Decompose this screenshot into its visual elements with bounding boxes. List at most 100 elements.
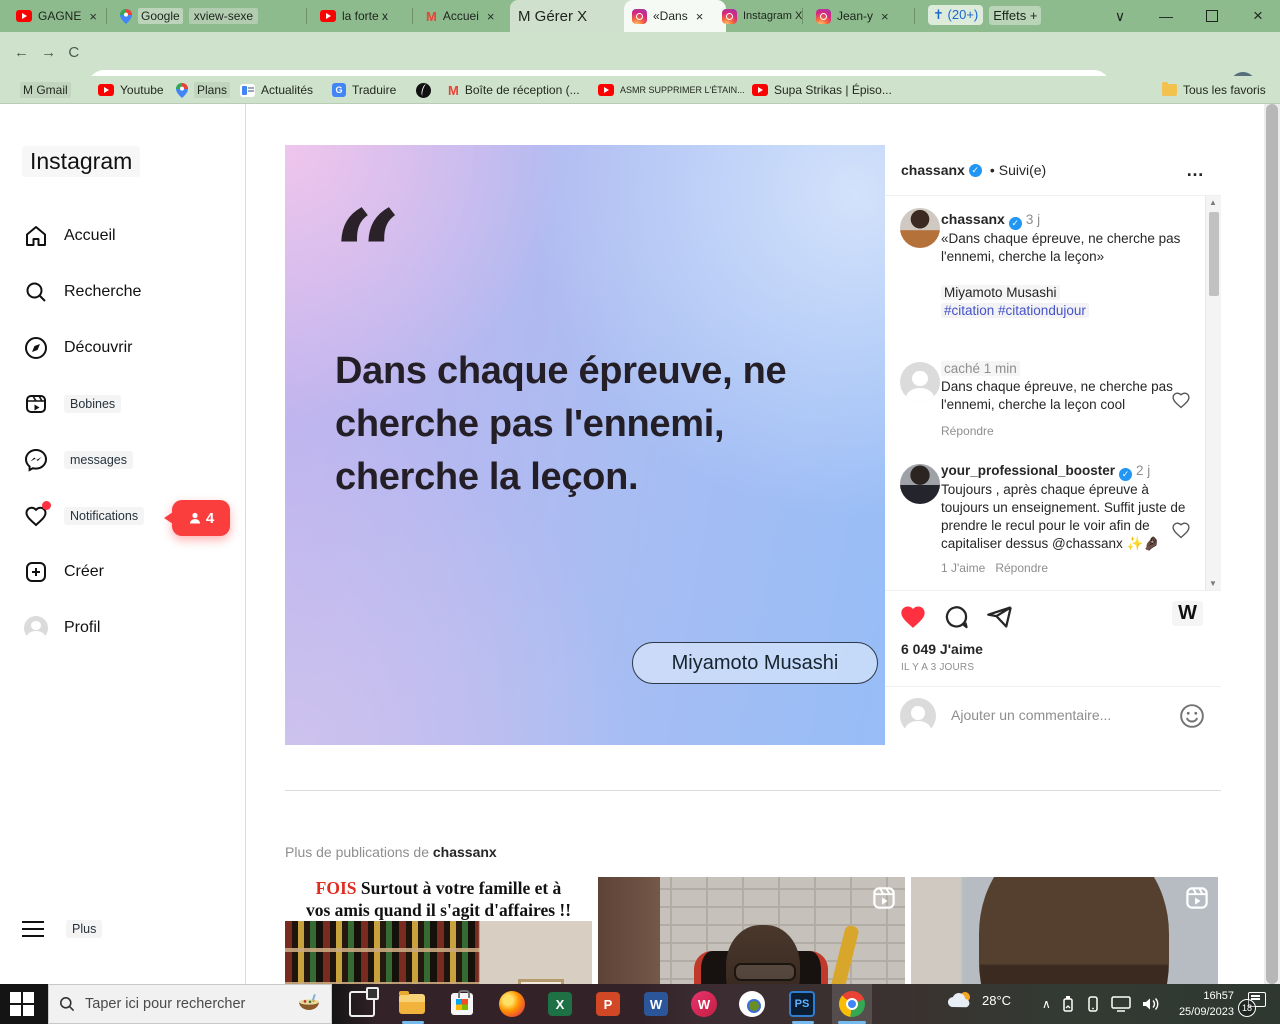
comment-like-count[interactable]: 1 J'aime (941, 561, 985, 575)
tab-accueil[interactable]: M Accuei × (418, 0, 522, 32)
taskbar-clock[interactable]: 16h57 25/09/2023 (1158, 988, 1234, 1020)
phone-link-icon[interactable] (1085, 995, 1101, 1013)
reload-button[interactable]: C (68, 44, 83, 61)
tab-instagram[interactable]: Instagram X (714, 0, 814, 32)
bookmark-youtube[interactable]: Youtube (98, 80, 164, 100)
caption-hashtags[interactable]: #citation #citationdujour (941, 303, 1089, 318)
tab-gagne[interactable]: GAGNE × (8, 0, 120, 32)
tab-search-chevron[interactable]: ∨ (1100, 0, 1140, 32)
start-button[interactable] (10, 992, 34, 1016)
bookmark-label: Youtube (120, 83, 164, 97)
window-maximize-button[interactable] (1192, 0, 1232, 32)
more-posts-username[interactable]: chassanx (433, 844, 497, 860)
sidebar-item-accueil[interactable]: Accueil (12, 212, 222, 260)
scrollbar-thumb[interactable] (1266, 104, 1278, 984)
window-close-button[interactable]: × (1238, 0, 1278, 32)
share-plane-icon[interactable] (986, 604, 1013, 631)
like-count[interactable]: 6 049 J'aime (901, 641, 983, 657)
notification-center-icon[interactable]: 18 (1240, 992, 1266, 1016)
network-display-icon[interactable] (1111, 996, 1131, 1012)
tab-gerer[interactable]: M Gérer X (510, 0, 638, 32)
instagram-logo[interactable]: Instagram (22, 146, 140, 177)
word-icon[interactable]: W (640, 988, 672, 1020)
tab-jean[interactable]: Jean-y × (808, 0, 924, 32)
wps-icon[interactable]: W (688, 988, 720, 1020)
tab-google[interactable]: Google xview-sexe (112, 0, 318, 32)
bookmark-asmr[interactable]: ASMR SUPPRIMER L'ÉTAIN... (598, 80, 745, 100)
notification-count-badge[interactable]: 4 (172, 500, 230, 536)
bookmark-globe[interactable] (416, 80, 431, 100)
bookmark-inbox[interactable]: MBoîte de réception (... (448, 80, 580, 100)
badge-count: 4 (206, 510, 214, 527)
bookmark-gmail[interactable]: M Gmail (20, 80, 71, 100)
sidebar-item-recherche[interactable]: Recherche (12, 268, 222, 316)
follow-state-button[interactable]: Suivi(e) (999, 162, 1046, 178)
back-button[interactable]: ← (14, 44, 33, 61)
browser-tab-strip: GAGNE × Google xview-sexe la forte x M A… (0, 0, 1280, 32)
like-heart-icon[interactable] (899, 603, 927, 631)
password-manager-icon[interactable] (736, 988, 768, 1020)
nav-buttons: ← → C (14, 44, 83, 61)
comment-like-icon[interactable] (1171, 520, 1191, 540)
caption-username[interactable]: chassanx (941, 211, 1005, 227)
search-icon (59, 996, 75, 1012)
excel-icon[interactable]: X (544, 988, 576, 1020)
bookmark-supa[interactable]: Supa Strikas | Épiso... (752, 80, 892, 100)
tab-overflow-counter[interactable]: ✝ (20+) Effets + (928, 5, 1041, 25)
page-scrollbar[interactable] (1264, 104, 1280, 984)
taskbar-weather[interactable]: 28°C (948, 990, 1011, 1010)
sidebar-item-plus[interactable]: Plus (22, 920, 102, 938)
tab-la-forte[interactable]: la forte x (312, 0, 424, 32)
sidebar-item-decouvrir[interactable]: Découvrir (12, 324, 222, 372)
sidebar-item-profil[interactable]: Profil (12, 604, 222, 652)
scrollbar-thumb[interactable] (1209, 212, 1219, 296)
reply-button[interactable]: Répondre (995, 561, 1048, 575)
post-options-icon[interactable]: … (1186, 160, 1205, 181)
tray-chevron-icon[interactable]: ∧ (1042, 997, 1051, 1011)
window-minimize-button[interactable]: — (1146, 0, 1186, 32)
bookmark-plans[interactable]: Plans (176, 80, 230, 100)
scroll-down-arrow[interactable]: ▼ (1209, 579, 1217, 588)
task-view-icon[interactable] (346, 988, 378, 1020)
tab-close-icon[interactable]: × (89, 9, 97, 24)
bookmark-all-favorites[interactable]: Tous les favoris (1162, 80, 1266, 100)
bookmark-traduire[interactable]: GTraduire (332, 80, 396, 100)
person-icon (188, 511, 202, 525)
tab-close-icon[interactable]: × (696, 9, 704, 24)
globe-icon (416, 83, 431, 98)
tab-divider (914, 8, 915, 24)
sidebar-item-messages[interactable]: messages (12, 436, 222, 484)
instagram-page: Instagram Accueil Recherche Découvrir Bo… (0, 104, 1280, 984)
post-header: chassanx ✓ • Suivi(e) … (885, 145, 1221, 196)
tab-dans-active[interactable]: «Dans × (624, 0, 726, 32)
bookmark-actualites[interactable]: Actualités (240, 80, 313, 100)
forward-button[interactable]: → (41, 44, 60, 61)
avatar[interactable] (900, 208, 940, 248)
tab-close-icon[interactable]: × (881, 9, 889, 24)
comment-input[interactable]: Ajouter un commentaire... (951, 707, 1111, 723)
comments-scrollbar[interactable]: ▲ ▼ (1205, 196, 1221, 590)
comment-bubble-icon[interactable] (943, 604, 970, 631)
comments-section: chassanx✓3 j «Dans chaque épreuve, ne ch… (885, 196, 1221, 590)
avatar[interactable] (900, 362, 940, 402)
scroll-up-arrow[interactable]: ▲ (1209, 198, 1217, 207)
avatar[interactable] (900, 464, 940, 504)
chrome-icon[interactable] (836, 988, 868, 1020)
sidebar-item-bobines[interactable]: Bobines (12, 380, 222, 428)
powerpoint-icon[interactable]: P (592, 988, 624, 1020)
file-explorer-icon[interactable] (396, 988, 428, 1020)
comment-like-icon[interactable] (1171, 390, 1191, 410)
firefox-icon[interactable] (496, 988, 528, 1020)
usb-device-icon[interactable] (1061, 995, 1075, 1013)
reply-button[interactable]: Répondre (941, 422, 994, 440)
emoji-smiley-icon[interactable] (1179, 703, 1205, 729)
comment-username[interactable]: your_professional_booster (941, 463, 1115, 478)
sidebar-item-creer[interactable]: Créer (12, 548, 222, 596)
tab-close-icon[interactable]: × (487, 9, 495, 24)
verified-badge-icon: ✓ (969, 164, 982, 177)
save-bookmark-button[interactable]: W (1172, 601, 1203, 626)
post-author-username[interactable]: chassanx (901, 162, 965, 178)
microsoft-store-icon[interactable] (446, 988, 478, 1020)
photoshop-icon[interactable]: PS (786, 988, 818, 1020)
taskbar-search[interactable]: Taper ici pour rechercher (48, 984, 332, 1024)
